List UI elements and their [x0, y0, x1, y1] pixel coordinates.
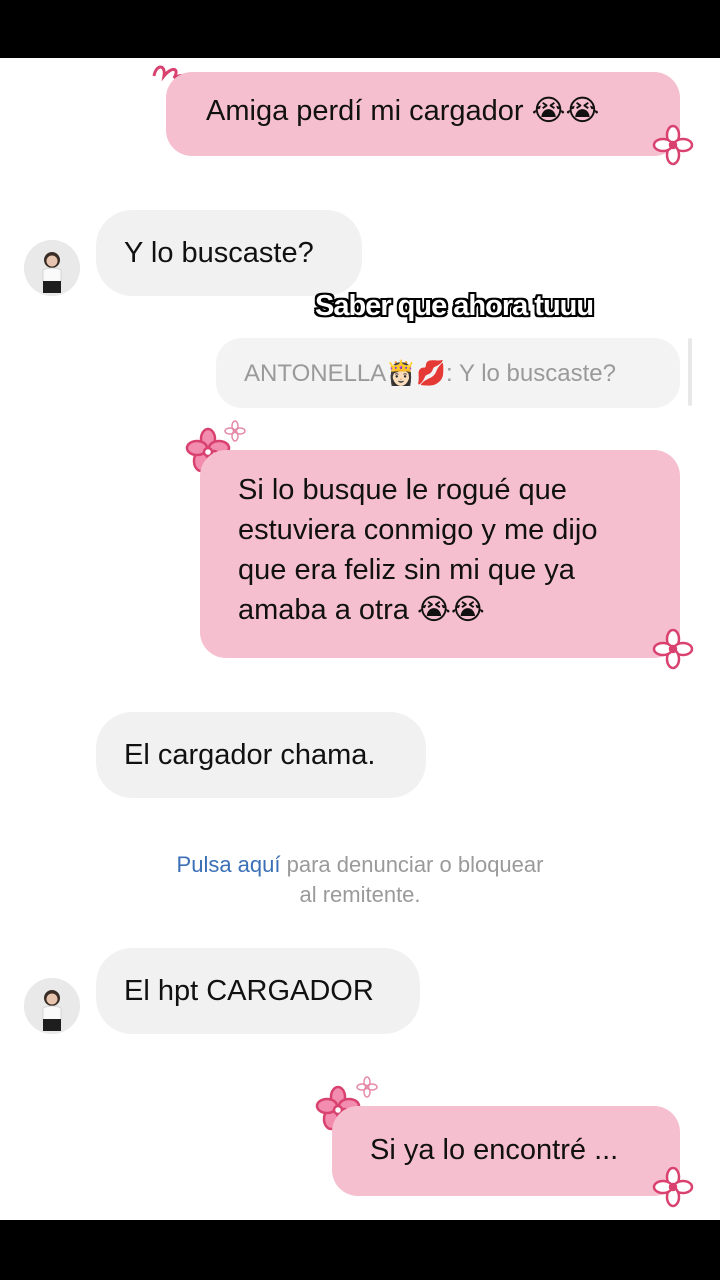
notice-text-line2: al remitente.	[299, 882, 421, 907]
flower-decoration-icon	[652, 1166, 694, 1213]
sparkle-flower-icon	[356, 1076, 378, 1103]
top-black-bar	[0, 0, 720, 58]
message-text-line: que era feliz sin mi que ya	[238, 554, 575, 586]
report-link[interactable]: Pulsa aquí	[177, 852, 281, 877]
message-bubble-received[interactable]: El cargador chama.	[96, 712, 426, 798]
message-text: El cargador chama.	[124, 739, 376, 771]
message-text: El hpt CARGADOR	[124, 975, 374, 1007]
bottom-black-bar	[0, 1220, 720, 1280]
report-block-notice: Pulsa aquí para denunciar o bloquear al …	[100, 850, 620, 910]
video-caption-overlay: Saber que ahora tuuu	[315, 290, 594, 322]
message-text: Si ya lo encontré ...	[370, 1134, 619, 1166]
message-bubble-received[interactable]: El hpt CARGADOR	[96, 948, 420, 1034]
sparkle-flower-icon	[224, 420, 246, 447]
reply-preview-text: ANTONELLA👸🏻💋: Y lo buscaste?	[244, 359, 616, 387]
message-bubble-sent[interactable]: Si ya lo encontré ...	[332, 1106, 680, 1196]
flower-decoration-icon	[652, 124, 694, 171]
message-bubble-sent[interactable]: Si lo busque le rogué que estuviera conm…	[200, 450, 680, 658]
avatar[interactable]	[24, 240, 80, 296]
flower-decoration-icon	[652, 628, 694, 675]
reply-preview[interactable]: ANTONELLA👸🏻💋: Y lo buscaste?	[216, 338, 680, 408]
message-bubble-sent[interactable]: Amiga perdí mi cargador 😭😭	[166, 72, 680, 156]
message-text-line: Si lo busque le rogué que	[238, 474, 567, 506]
avatar[interactable]	[24, 978, 80, 1034]
notice-text: para denunciar o bloquear	[280, 852, 544, 877]
message-text: Y lo buscaste?	[124, 237, 314, 269]
message-text-line: estuviera conmigo y me dijo	[238, 514, 598, 546]
reply-indicator-bar	[688, 338, 692, 406]
message-text-line: amaba a otra 😭😭	[238, 594, 485, 626]
message-bubble-received[interactable]: Y lo buscaste?	[96, 210, 362, 296]
message-text: Amiga perdí mi cargador 😭😭	[206, 95, 600, 127]
